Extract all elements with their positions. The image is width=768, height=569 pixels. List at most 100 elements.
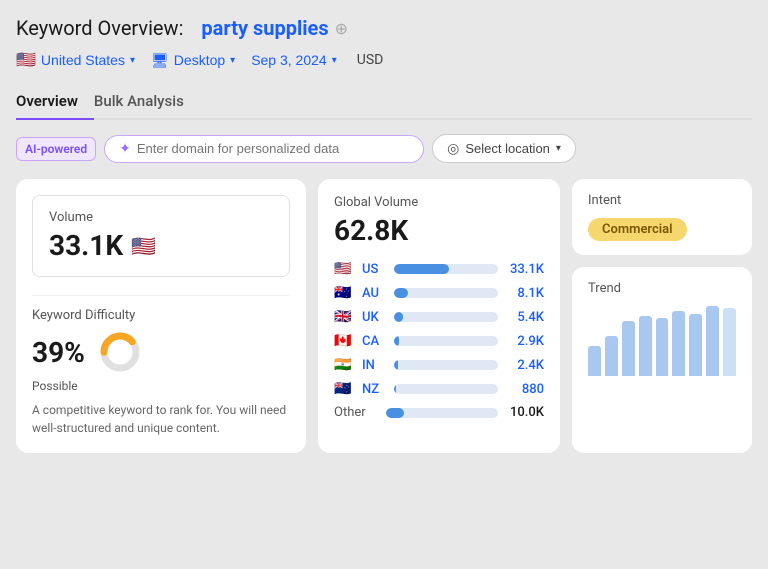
country-filter[interactable]: 🇺🇸 United States ▾ — [16, 50, 135, 70]
list-item: 🇦🇺 AU 8.1K — [334, 285, 544, 301]
ai-row: AI-powered ✦ ◎ Select location ▾ — [16, 134, 752, 163]
country-val-nz: 880 — [506, 382, 544, 397]
country-label: United States — [41, 52, 125, 68]
bar-bg-ca — [394, 336, 498, 346]
bar-bg-uk — [394, 312, 498, 322]
kd-possible: Possible — [32, 379, 290, 393]
tab-overview[interactable]: Overview — [16, 84, 94, 120]
country-flag-in: 🇮🇳 — [334, 357, 354, 373]
bar-fill-in — [394, 360, 398, 370]
other-bar-bg — [386, 408, 498, 418]
trend-bar-item — [605, 336, 618, 376]
intent-badge: Commercial — [588, 218, 687, 241]
location-select[interactable]: ◎ Select location ▾ — [432, 134, 576, 163]
kd-label: Keyword Difficulty — [32, 308, 290, 323]
trend-bar-item — [723, 308, 736, 376]
bar-fill-nz — [394, 384, 396, 394]
trend-bar-item — [588, 346, 601, 376]
kd-description: A competitive keyword to rank for. You w… — [32, 401, 290, 437]
list-item: 🇺🇸 US 33.1K — [334, 261, 544, 277]
date-chevron-icon: ▾ — [332, 55, 337, 66]
country-code-nz: NZ — [362, 382, 386, 397]
other-label: Other — [334, 405, 378, 420]
country-val-ca: 2.9K — [506, 334, 544, 349]
country-flag-us: 🇺🇸 — [334, 261, 354, 277]
country-code-in: IN — [362, 358, 386, 373]
other-value: 10.0K — [506, 405, 544, 420]
other-row: Other 10.0K — [334, 405, 544, 420]
bar-fill-au — [394, 288, 408, 298]
device-icon: 🖥 — [151, 52, 169, 69]
country-list: 🇺🇸 US 33.1K 🇦🇺 AU 8.1K 🇬🇧 UK 5.4K 🇨🇦 CA — [334, 261, 544, 397]
intent-card: Intent Commercial — [572, 179, 752, 255]
bar-fill-ca — [394, 336, 399, 346]
bar-bg-nz — [394, 384, 498, 394]
global-volume-card: Global Volume 62.8K 🇺🇸 US 33.1K 🇦🇺 AU 8.… — [318, 179, 560, 453]
list-item: 🇬🇧 UK 5.4K — [334, 309, 544, 325]
cards-area: Volume 33.1K 🇺🇸 Keyword Difficulty 39% P… — [16, 179, 752, 453]
country-flag-au: 🇦🇺 — [334, 285, 354, 301]
trend-card: Trend — [572, 267, 752, 453]
device-chevron-icon: ▾ — [230, 55, 235, 66]
trend-bars — [588, 306, 736, 376]
domain-input[interactable] — [137, 141, 409, 156]
volume-label: Volume — [49, 210, 273, 225]
list-item: 🇮🇳 IN 2.4K — [334, 357, 544, 373]
sparkle-icon: ✦ — [119, 141, 131, 157]
trend-bar-item — [689, 314, 702, 376]
kd-value: 39% — [32, 336, 85, 369]
location-icon: ◎ — [447, 140, 459, 157]
country-flag-uk: 🇬🇧 — [334, 309, 354, 325]
page-title: Keyword Overview: party supplies ⊕ — [16, 16, 752, 40]
country-flag-nz: 🇳🇿 — [334, 381, 354, 397]
bar-bg-au — [394, 288, 498, 298]
global-volume-value: 62.8K — [334, 214, 544, 247]
country-code-ca: CA — [362, 334, 386, 349]
keyword-text: party supplies — [201, 16, 328, 40]
country-flag-ca: 🇨🇦 — [334, 333, 354, 349]
country-val-in: 2.4K — [506, 358, 544, 373]
add-keyword-icon[interactable]: ⊕ — [335, 19, 348, 38]
bar-fill-us — [394, 264, 449, 274]
country-flag: 🇺🇸 — [16, 50, 36, 70]
list-item: 🇳🇿 NZ 880 — [334, 381, 544, 397]
kd-value-row: 39% — [32, 329, 290, 375]
location-label: Select location — [465, 141, 550, 156]
global-volume-label: Global Volume — [334, 195, 544, 210]
volume-box: Volume 33.1K 🇺🇸 — [32, 195, 290, 277]
device-filter[interactable]: 🖥 Desktop ▾ — [151, 52, 235, 69]
intent-label: Intent — [588, 193, 736, 208]
bar-bg-us — [394, 264, 498, 274]
right-column: Intent Commercial Trend — [572, 179, 752, 453]
trend-label: Trend — [588, 281, 736, 296]
country-code-uk: UK — [362, 310, 386, 325]
date-label: Sep 3, 2024 — [251, 52, 327, 68]
kd-donut — [97, 329, 143, 375]
trend-bar-item — [639, 316, 652, 376]
date-filter[interactable]: Sep 3, 2024 ▾ — [251, 52, 337, 68]
country-chevron-icon: ▾ — [130, 55, 135, 66]
location-chevron-icon: ▾ — [556, 143, 561, 154]
bar-fill-uk — [394, 312, 403, 322]
country-code-au: AU — [362, 286, 386, 301]
domain-input-wrap[interactable]: ✦ — [104, 135, 424, 163]
bar-bg-in — [394, 360, 498, 370]
volume-value: 33.1K 🇺🇸 — [49, 229, 273, 262]
country-val-us: 33.1K — [506, 262, 544, 277]
volume-kd-card: Volume 33.1K 🇺🇸 Keyword Difficulty 39% P… — [16, 179, 306, 453]
country-code-us: US — [362, 262, 386, 277]
trend-bar-item — [672, 311, 685, 376]
trend-bar-item — [706, 306, 719, 376]
trend-bar-item — [656, 318, 669, 376]
trend-bar-item — [622, 321, 635, 376]
currency-label: USD — [357, 52, 384, 68]
filters-row: 🇺🇸 United States ▾ 🖥 Desktop ▾ Sep 3, 20… — [16, 50, 752, 70]
ai-badge: AI-powered — [16, 137, 96, 161]
device-label: Desktop — [174, 52, 225, 68]
divider — [32, 295, 290, 296]
tab-bulk-analysis[interactable]: Bulk Analysis — [94, 84, 200, 120]
country-val-uk: 5.4K — [506, 310, 544, 325]
us-flag: 🇺🇸 — [131, 234, 156, 258]
country-val-au: 8.1K — [506, 286, 544, 301]
list-item: 🇨🇦 CA 2.9K — [334, 333, 544, 349]
